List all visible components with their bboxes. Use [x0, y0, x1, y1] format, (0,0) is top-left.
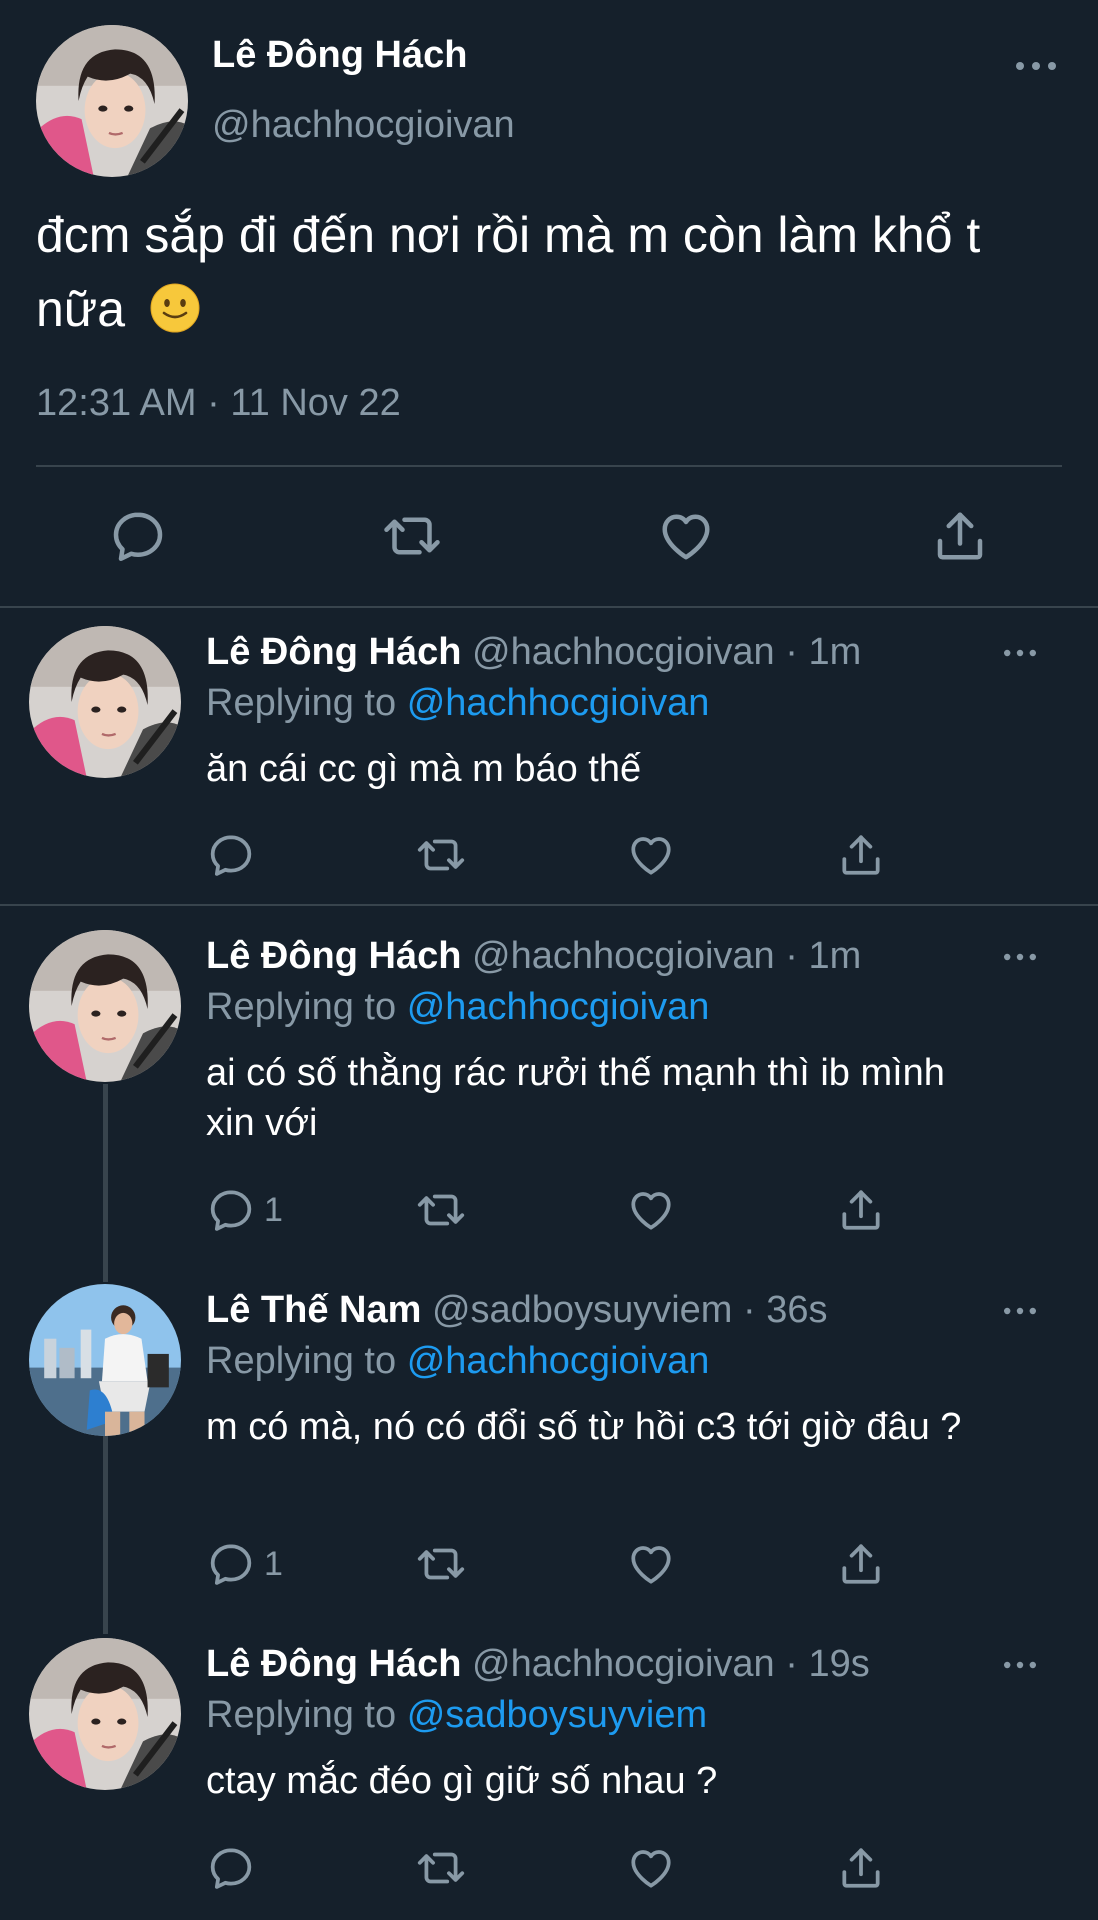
more-options-icon[interactable]: [1012, 56, 1060, 76]
slightly-smiling-face-emoji: [149, 280, 201, 332]
reply-author-handle[interactable]: @hachhocgioivan: [472, 1643, 775, 1685]
reply-count: 1: [264, 1191, 283, 1229]
replying-to: Replying to @sadboysuyviem: [206, 1692, 707, 1738]
replying-to-handle[interactable]: @sadboysuyviem: [407, 1694, 707, 1736]
like-icon[interactable]: [626, 1539, 676, 1589]
more-options-icon[interactable]: [1000, 949, 1040, 965]
reply-header: Lê Thế Nam @sadboysuyviem · 36s: [206, 1287, 827, 1333]
share-icon[interactable]: [930, 506, 990, 566]
reply-time: · 1m: [785, 631, 862, 673]
replying-to-label: Replying to: [206, 1340, 397, 1382]
reply-icon[interactable]: [206, 830, 256, 880]
share-icon[interactable]: [836, 1539, 886, 1589]
reply-time: · 19s: [785, 1643, 870, 1685]
reply-header: Lê Đông Hách @hachhocgioivan · 1m: [206, 629, 861, 675]
replying-to-handle[interactable]: @hachhocgioivan: [407, 1340, 710, 1382]
replying-to-label: Replying to: [206, 682, 397, 724]
divider: [0, 606, 1098, 608]
reply-time: · 36s: [743, 1289, 828, 1331]
retweet-icon[interactable]: [416, 830, 466, 880]
reply-time: · 1m: [785, 935, 862, 977]
main-tweet-timestamp[interactable]: 12:31 AM · 11 Nov 22: [36, 382, 401, 425]
divider: [0, 904, 1098, 906]
reply-avatar[interactable]: [29, 1638, 181, 1790]
reply-author-handle[interactable]: @hachhocgioivan: [472, 935, 775, 977]
retweet-icon[interactable]: [382, 506, 442, 566]
reply-text: ctay mắc đéo gì giữ số nhau ?: [206, 1760, 718, 1802]
replying-to-label: Replying to: [206, 1694, 397, 1736]
share-icon[interactable]: [836, 1185, 886, 1235]
share-icon[interactable]: [836, 830, 886, 880]
replying-to: Replying to @hachhocgioivan: [206, 1338, 709, 1384]
retweet-icon[interactable]: [416, 1539, 466, 1589]
thread-line: [103, 1436, 108, 1634]
like-icon[interactable]: [656, 506, 716, 566]
replying-to: Replying to @hachhocgioivan: [206, 984, 709, 1030]
reply-author-handle[interactable]: @hachhocgioivan: [472, 631, 775, 673]
like-icon[interactable]: [626, 1843, 676, 1893]
like-icon[interactable]: [626, 830, 676, 880]
replying-to-handle[interactable]: @hachhocgioivan: [407, 682, 710, 724]
more-options-icon[interactable]: [1000, 1657, 1040, 1673]
reply-avatar[interactable]: [29, 1284, 181, 1436]
more-options-icon[interactable]: [1000, 1303, 1040, 1319]
reply-count: 1: [264, 1545, 283, 1583]
thread-line: [103, 1084, 108, 1282]
replying-to: Replying to @hachhocgioivan: [206, 680, 709, 726]
reply-icon[interactable]: [108, 506, 168, 566]
main-tweet-author-name[interactable]: Lê Đông Hách: [212, 34, 467, 77]
reply-author-name[interactable]: Lê Đông Hách: [206, 1643, 461, 1685]
reply-text: m có mà, nó có đổi số từ hồi c3 tới giờ …: [206, 1406, 962, 1448]
replying-to-label: Replying to: [206, 986, 397, 1028]
reply-icon[interactable]: [206, 1539, 256, 1589]
main-tweet-author-handle[interactable]: @hachhocgioivan: [212, 104, 515, 147]
reply-author-handle[interactable]: @sadboysuyviem: [432, 1289, 732, 1331]
reply-author-name[interactable]: Lê Đông Hách: [206, 631, 461, 673]
reply-header: Lê Đông Hách @hachhocgioivan · 19s: [206, 1641, 870, 1687]
retweet-icon[interactable]: [416, 1185, 466, 1235]
reply-text: ăn cái cc gì mà m báo thế: [206, 748, 642, 790]
reply-icon[interactable]: [206, 1185, 256, 1235]
share-icon[interactable]: [836, 1843, 886, 1893]
reply-text: ai có số thằng rác rưởi thế mạnh thì ib …: [206, 1052, 945, 1144]
more-options-icon[interactable]: [1000, 645, 1040, 661]
reply-author-name[interactable]: Lê Thế Nam: [206, 1289, 421, 1331]
reply-author-name[interactable]: Lê Đông Hách: [206, 935, 461, 977]
main-tweet-avatar[interactable]: [36, 25, 188, 177]
reply-avatar[interactable]: [29, 930, 181, 1082]
replying-to-handle[interactable]: @hachhocgioivan: [407, 986, 710, 1028]
like-icon[interactable]: [626, 1185, 676, 1235]
reply-icon[interactable]: [206, 1843, 256, 1893]
reply-header: Lê Đông Hách @hachhocgioivan · 1m: [206, 933, 861, 979]
main-tweet-text: đcm sắp đi đến nơi rồi mà m còn làm khổ …: [36, 198, 1066, 346]
reply-avatar[interactable]: [29, 626, 181, 778]
divider: [36, 465, 1062, 467]
retweet-icon[interactable]: [416, 1843, 466, 1893]
